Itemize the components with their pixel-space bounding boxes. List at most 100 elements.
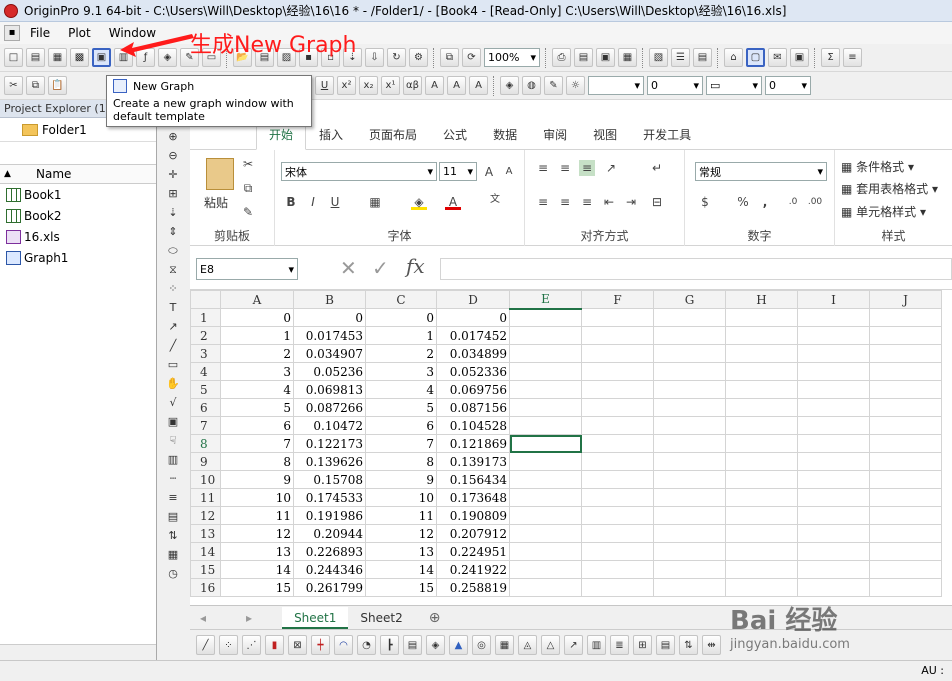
cell[interactable]: 1 (365, 326, 437, 345)
cell[interactable]: 0.261799 (293, 578, 366, 597)
select-all-corner[interactable] (190, 290, 221, 309)
cell[interactable] (869, 326, 942, 345)
row-header[interactable]: 4 (190, 362, 221, 381)
cell[interactable]: 0 (365, 308, 437, 327)
cell[interactable]: 6 (220, 416, 294, 435)
cell[interactable] (653, 542, 726, 561)
cell[interactable] (653, 488, 726, 507)
cell[interactable]: 0.226893 (293, 542, 366, 561)
line-tool-icon[interactable]: ╱ (165, 337, 182, 354)
sort-icon[interactable]: ⇅ (165, 527, 182, 544)
align-middle-icon[interactable]: ≡ (557, 160, 573, 176)
enter-icon[interactable]: ✓ (372, 256, 389, 280)
cell[interactable]: 0 (293, 308, 366, 327)
cell[interactable] (869, 362, 942, 381)
view-icon[interactable]: ≡ (843, 48, 862, 67)
number-format-select[interactable]: 常规 ▾ (695, 162, 827, 181)
fill-color-icon[interactable]: ◈ (500, 76, 519, 95)
cell[interactable] (509, 560, 582, 579)
zoom-select[interactable]: 100% ▾ (484, 48, 540, 67)
merge-icon[interactable]: ⊟ (649, 194, 665, 210)
column-header[interactable]: J (869, 290, 942, 309)
column-header[interactable]: E (509, 290, 582, 310)
increase-indent-icon[interactable]: ⇥ (623, 194, 639, 210)
cell[interactable]: 3 (220, 362, 294, 381)
text-tool-icon[interactable]: T (165, 299, 182, 316)
pattern-icon[interactable]: ◍ (522, 76, 541, 95)
cancel-icon[interactable]: ✕ (340, 256, 357, 280)
cell[interactable] (725, 488, 798, 507)
cell[interactable]: 0.139626 (293, 452, 366, 471)
explorer-item[interactable]: Book1 (0, 184, 156, 205)
cell[interactable] (797, 560, 870, 579)
cell[interactable] (581, 524, 654, 543)
project-explorer-icon[interactable]: ⌂ (724, 48, 743, 67)
cell[interactable] (725, 560, 798, 579)
percent-button[interactable]: % (735, 194, 751, 210)
clock-icon[interactable]: ◷ (165, 565, 182, 582)
layer-icon[interactable]: ▤ (656, 635, 675, 655)
cell[interactable] (653, 560, 726, 579)
cell[interactable]: 1 (220, 326, 294, 345)
size-select[interactable]: 0 ▾ (765, 76, 811, 95)
cell[interactable] (797, 470, 870, 489)
explorer-item[interactable]: 16.xls (0, 226, 156, 247)
cell[interactable] (581, 470, 654, 489)
cell[interactable] (797, 326, 870, 345)
cell[interactable] (653, 362, 726, 381)
tab-review[interactable]: 审阅 (530, 126, 580, 149)
row-header[interactable]: 15 (190, 560, 221, 579)
export-icon[interactable]: ▣ (596, 48, 615, 67)
3d-surface-icon[interactable]: ◈ (426, 635, 445, 655)
cell[interactable]: 9 (365, 470, 437, 489)
column-header[interactable]: H (725, 290, 798, 309)
cell[interactable]: 0.017453 (293, 326, 366, 345)
row-header[interactable]: 10 (190, 470, 221, 489)
subscript-icon[interactable]: x₂ (359, 76, 378, 95)
boxchart-icon[interactable]: ⊠ (288, 635, 307, 655)
refresh-icon[interactable]: ⟳ (462, 48, 481, 67)
formula-tool-icon[interactable]: √ (165, 394, 182, 411)
cell[interactable] (581, 560, 654, 579)
comma-button[interactable]: , (757, 194, 773, 210)
cell[interactable] (869, 416, 942, 435)
crosshair-icon[interactable]: ✛ (165, 166, 182, 183)
row-header[interactable]: 9 (190, 452, 221, 471)
shrink-font-icon[interactable]: A (501, 164, 517, 180)
cell[interactable] (797, 578, 870, 597)
cell[interactable]: 0.173648 (436, 488, 510, 507)
cell[interactable]: 11 (220, 506, 294, 525)
cell[interactable] (869, 398, 942, 417)
new-project-icon[interactable]: □ (4, 48, 23, 67)
cell[interactable]: 0.15708 (293, 470, 366, 489)
row-header[interactable]: 2 (190, 326, 221, 345)
cell-styles-button[interactable]: ▦ 单元格样式 ▾ (841, 203, 926, 220)
cell[interactable] (725, 524, 798, 543)
cell[interactable]: 0.241922 (436, 560, 510, 579)
cell[interactable]: 0.244346 (293, 560, 366, 579)
batch-icon[interactable]: ⚙ (409, 48, 428, 67)
cell[interactable] (653, 380, 726, 399)
align-icon[interactable]: ⇹ (702, 635, 721, 655)
cell[interactable]: 0.104528 (436, 416, 510, 435)
format-as-table-button[interactable]: ▦ 套用表格格式 ▾ (841, 180, 938, 197)
brightness-icon[interactable]: ☼ (566, 76, 585, 95)
cell[interactable] (581, 452, 654, 471)
cell[interactable]: 0.122173 (293, 434, 366, 453)
cell[interactable]: 0.10472 (293, 416, 366, 435)
cell[interactable]: 4 (365, 380, 437, 399)
cell[interactable] (653, 308, 726, 327)
print-icon[interactable]: ⎙ (552, 48, 571, 67)
cell[interactable] (509, 344, 582, 363)
recalc-icon[interactable]: ↻ (387, 48, 406, 67)
cell[interactable] (509, 542, 582, 561)
decrease-font-icon[interactable]: A (447, 76, 466, 95)
cell[interactable]: 0.20944 (293, 524, 366, 543)
object-tool-icon[interactable]: ☟ (165, 432, 182, 449)
decrease-indent-icon[interactable]: ⇤ (601, 194, 617, 210)
pie-chart-icon[interactable]: ◔ (357, 635, 376, 655)
line-style-select[interactable]: ▾ (588, 76, 644, 95)
cell[interactable] (725, 380, 798, 399)
cell[interactable] (509, 308, 582, 327)
cell[interactable]: 11 (365, 506, 437, 525)
